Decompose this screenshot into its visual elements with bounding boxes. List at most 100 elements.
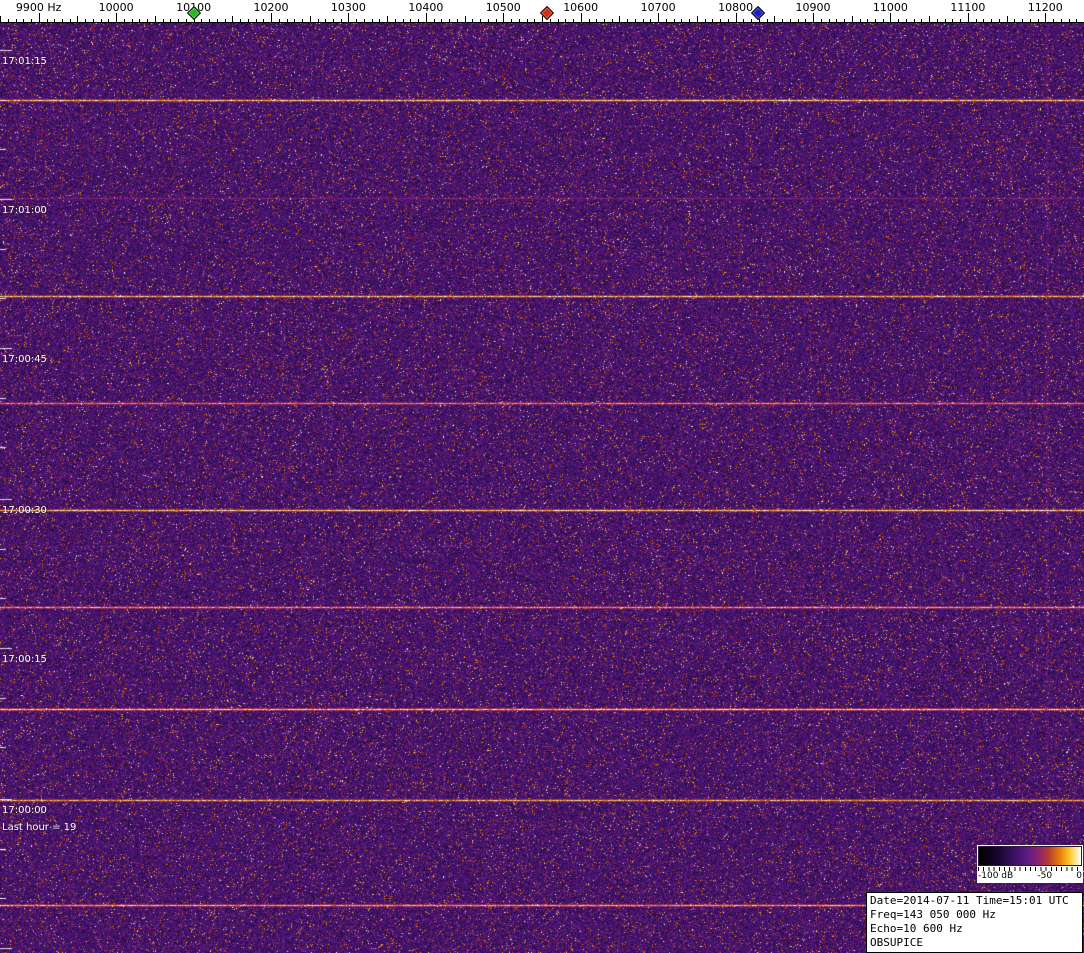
ruler-tick <box>727 19 729 22</box>
freq-label: 10500 <box>485 1 521 14</box>
ruler-tick <box>92 19 94 22</box>
ruler-tick <box>456 19 458 22</box>
ruler-tick <box>549 19 551 22</box>
ruler-tick <box>518 19 520 22</box>
info-observatory: OBSUPICE <box>870 936 923 949</box>
ruler-tick <box>201 19 203 22</box>
ruler-tick <box>851 16 853 22</box>
ruler-tick <box>774 16 776 22</box>
ruler-tick <box>495 19 497 22</box>
ruler-tick <box>1022 19 1024 22</box>
ruler-tick <box>588 19 590 22</box>
ruler-tick <box>69 19 71 22</box>
ruler-tick <box>348 13 350 22</box>
freq-label: 10300 <box>330 1 366 14</box>
ruler-tick <box>247 19 249 22</box>
ruler-tick <box>634 19 636 22</box>
ruler-tick <box>123 19 125 22</box>
ruler-tick <box>642 19 644 22</box>
ruler-tick <box>1037 19 1039 22</box>
ruler-tick <box>178 19 180 22</box>
ruler-tick <box>61 19 63 22</box>
ruler-tick <box>1060 19 1062 22</box>
ruler-tick <box>689 19 691 22</box>
ruler-tick <box>240 19 241 22</box>
ruler-tick <box>735 13 737 22</box>
freq-label: 11200 <box>1027 1 1063 14</box>
ruler-tick <box>317 19 319 22</box>
ruler-tick <box>387 16 389 22</box>
ruler-tick <box>131 19 133 22</box>
ruler-tick <box>983 19 985 22</box>
ruler-tick <box>309 16 311 22</box>
ruler-tick <box>967 13 969 22</box>
ruler-tick <box>325 19 327 22</box>
ruler-tick <box>805 19 807 22</box>
ruler-tick <box>356 19 358 22</box>
ruler-tick <box>209 19 211 22</box>
ruler-tick <box>991 19 993 22</box>
ruler-tick <box>905 19 907 22</box>
ruler-tick <box>31 19 32 22</box>
ruler-tick <box>433 19 435 22</box>
color-gradient-bar <box>978 846 1082 866</box>
ruler-tick <box>782 19 783 22</box>
ruler-tick <box>696 16 698 22</box>
ruler-tick <box>418 19 420 22</box>
ruler-tick <box>890 13 892 22</box>
ruler-tick <box>534 19 536 22</box>
ruler-tick <box>952 19 954 22</box>
ruler-tick <box>944 19 946 22</box>
db-color-scale: -100 dB -50 0 <box>977 845 1083 883</box>
ruler-tick <box>449 19 451 22</box>
ruler-tick <box>46 19 48 22</box>
ruler-tick <box>673 19 675 22</box>
ruler-tick <box>720 19 722 22</box>
ruler-tick <box>23 19 25 22</box>
ruler-tick <box>998 19 1000 22</box>
ruler-tick <box>116 13 118 22</box>
ruler-tick <box>232 16 234 22</box>
ruler-tick <box>960 19 962 22</box>
ruler-tick <box>294 19 296 22</box>
ruler-tick <box>573 19 574 22</box>
info-echo: Echo=10 600 Hz <box>870 922 963 935</box>
ruler-tick <box>867 19 869 22</box>
legend-label-max: 0 <box>1076 871 1082 881</box>
ruler-tick <box>480 19 482 22</box>
info-box: Date=2014-07-11 Time=15:01 UTC Freq=143 … <box>866 892 1083 953</box>
ruler-tick <box>828 19 830 22</box>
ruler-tick <box>789 19 791 22</box>
ruler-tick <box>1076 19 1078 22</box>
ruler-tick <box>340 19 342 22</box>
info-frequency: Freq=143 050 000 Hz <box>870 908 996 921</box>
ruler-tick <box>77 16 79 22</box>
ruler-tick <box>85 19 87 22</box>
ruler-tick <box>929 16 931 22</box>
ruler-tick <box>766 19 768 22</box>
ruler-tick <box>836 19 838 22</box>
waterfall-canvas[interactable] <box>0 23 1084 953</box>
ruler-tick <box>813 13 814 22</box>
ruler-tick <box>263 19 265 22</box>
ruler-tick <box>936 19 938 22</box>
ruler-tick <box>278 19 280 22</box>
ruler-tick <box>15 19 17 22</box>
ruler-tick <box>286 19 288 22</box>
ruler-tick <box>758 19 760 22</box>
ruler-tick <box>565 19 567 22</box>
frequency-ruler[interactable]: 9900 Hz100001010010200103001040010500106… <box>0 0 1084 23</box>
ruler-tick <box>503 13 505 22</box>
ruler-tick <box>712 19 714 22</box>
ruler-tick <box>487 19 489 22</box>
ruler-tick <box>603 19 605 22</box>
freq-label: 11100 <box>950 1 986 14</box>
ruler-tick <box>658 13 660 22</box>
ruler-tick <box>108 19 110 22</box>
ruler-tick <box>665 19 667 22</box>
ruler-tick <box>363 19 365 22</box>
ruler-tick <box>224 19 226 22</box>
ruler-tick <box>54 19 56 22</box>
freq-label: 10200 <box>253 1 289 14</box>
freq-label: 9900 Hz <box>15 1 62 14</box>
